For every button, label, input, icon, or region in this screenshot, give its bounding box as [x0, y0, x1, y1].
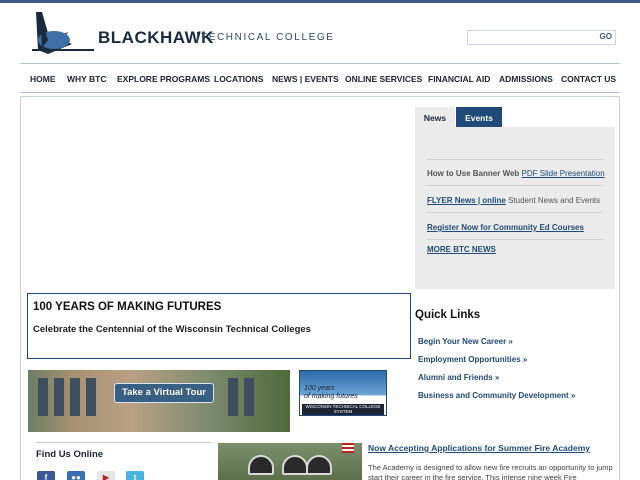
quick-link-employment[interactable]: Employment Opportunities »	[418, 355, 527, 364]
quick-link-alumni[interactable]: Alumni and Friends »	[418, 373, 499, 382]
news-item-link[interactable]: FLYER News | online	[427, 196, 506, 205]
firefighter-helmet	[282, 455, 308, 475]
news-item-flyer: FLYER News | online Student News and Eve…	[427, 196, 600, 205]
top-accent-bar	[0, 0, 640, 3]
news-item-text: Student News and Events	[508, 196, 601, 205]
firefighter-helmet	[248, 455, 274, 475]
news-item-link[interactable]: Register Now for Community Ed Courses	[427, 223, 584, 232]
building-window	[244, 378, 254, 416]
fire-academy-link[interactable]: Now Accepting Applications for Summer Fi…	[368, 443, 590, 453]
flag-icon	[342, 443, 354, 453]
firefighter-helmet	[306, 455, 332, 475]
centennial-title: 100 YEARS OF MAKING FUTURES	[33, 301, 222, 313]
twitter-icon[interactable]: t	[126, 471, 144, 480]
hero-banner	[25, 101, 413, 291]
nav-why-btc[interactable]: WHY BTC	[67, 74, 107, 84]
building-window	[70, 378, 80, 416]
badge-text: 100 years of making futures	[304, 385, 358, 401]
logo-separator	[197, 32, 198, 43]
fire-academy-description: The Academy is designed to allow new fir…	[368, 463, 613, 480]
search-box: GO	[467, 30, 616, 45]
nav-home[interactable]: HOME	[30, 74, 56, 84]
nav-news-events[interactable]: NEWS | EVENTS	[272, 74, 339, 84]
news-panel: How to Use Banner Web PDF Slide Presenta…	[415, 127, 615, 289]
news-item-text: How to Use Banner Web	[427, 169, 520, 178]
nav-financial-aid[interactable]: FINANCIAL AID	[428, 74, 490, 84]
hawk-logo-icon	[32, 12, 94, 54]
quick-links-title: Quick Links	[415, 309, 481, 321]
quick-link-new-career[interactable]: Begin Your New Career »	[418, 337, 513, 346]
virtual-tour-button[interactable]: Take a Virtual Tour	[114, 383, 214, 403]
badge-line-1: 100 years	[304, 385, 335, 392]
nav-online-services[interactable]: ONLINE SERVICES	[345, 74, 422, 84]
tab-events[interactable]: Events	[456, 107, 502, 129]
nav-explore-programs[interactable]: EXPLORE PROGRAMS	[117, 74, 210, 84]
flickr-icon[interactable]: ●●	[67, 471, 85, 480]
centennial-badge-image[interactable]: 100 years of making futures WISCONSIN TE…	[299, 370, 387, 416]
logo-tagline: TECHNICAL COLLEGE	[201, 32, 335, 43]
news-item-banner-web: How to Use Banner Web PDF Slide Presenta…	[427, 169, 605, 178]
building-window	[54, 378, 64, 416]
building-window	[228, 378, 238, 416]
badge-line-2: of making futures	[304, 393, 358, 400]
news-divider	[427, 159, 603, 160]
main-content: News Events How to Use Banner Web PDF Sl…	[20, 96, 620, 480]
nav-admissions[interactable]: ADMISSIONS	[499, 74, 553, 84]
college-logo[interactable]: BLACKHAWK TECHNICAL COLLEGE	[28, 10, 333, 56]
badge-footer: WISCONSIN TECHNICAL COLLEGE SYSTEM	[302, 404, 384, 415]
tab-news[interactable]: News	[415, 107, 455, 129]
news-divider	[427, 185, 603, 186]
find-us-divider	[36, 442, 211, 443]
main-navigation: HOME WHY BTC EXPLORE PROGRAMS LOCATIONS …	[20, 63, 620, 93]
search-go-button[interactable]: GO	[600, 32, 612, 41]
youtube-icon[interactable]: ▶	[97, 471, 115, 480]
quick-link-business[interactable]: Business and Community Development »	[418, 391, 575, 400]
facebook-icon[interactable]: f	[37, 471, 55, 480]
centennial-box[interactable]: 100 YEARS OF MAKING FUTURES Celebrate th…	[27, 293, 411, 359]
search-input[interactable]	[470, 32, 595, 43]
news-item-link[interactable]: PDF Slide Presentation	[522, 169, 605, 178]
find-us-title: Find Us Online	[36, 449, 104, 460]
nav-contact-us[interactable]: CONTACT US	[561, 74, 616, 84]
fire-academy-photo[interactable]	[218, 443, 362, 480]
news-item-community-ed: Register Now for Community Ed Courses	[427, 223, 584, 232]
nav-locations[interactable]: LOCATIONS	[214, 74, 263, 84]
news-divider	[427, 239, 603, 240]
centennial-subtitle: Celebrate the Centennial of the Wisconsi…	[33, 324, 311, 335]
virtual-tour-banner[interactable]: Take a Virtual Tour	[28, 370, 290, 432]
building-window	[86, 378, 96, 416]
more-news-link[interactable]: MORE BTC NEWS	[427, 245, 496, 254]
news-item-more: MORE BTC NEWS	[427, 245, 496, 254]
news-divider	[427, 212, 603, 213]
building-window	[38, 378, 48, 416]
